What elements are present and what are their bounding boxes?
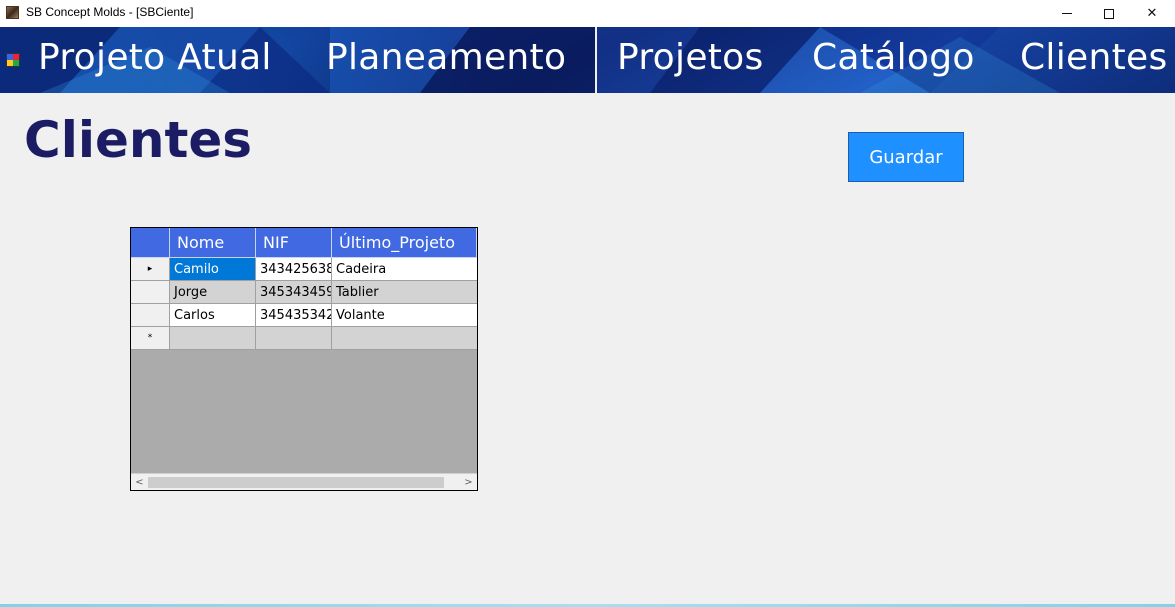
menu-separator — [595, 27, 597, 93]
mdi-window-icon[interactable] — [6, 53, 20, 67]
page-title: Clientes — [24, 111, 253, 169]
minimize-icon — [1062, 13, 1072, 14]
maximize-icon — [1104, 8, 1114, 19]
horizontal-scrollbar[interactable]: < > — [131, 473, 477, 490]
row-header-corner[interactable] — [131, 228, 170, 258]
cell-ultimo-projeto[interactable]: Cadeira — [332, 258, 477, 281]
cell-nif[interactable]: 345435342 — [256, 304, 332, 327]
maximize-button[interactable] — [1086, 0, 1132, 27]
cell-nif[interactable] — [256, 327, 332, 350]
menu-planeamento[interactable]: Planeamento — [326, 37, 566, 78]
menu-bar: Projeto Atual Planeamento Projetos Catál… — [0, 27, 1175, 93]
menu-clientes[interactable]: Clientes — [1020, 37, 1168, 78]
cell-ultimo-projeto[interactable]: Tablier — [332, 281, 477, 304]
column-header-ultimo-projeto[interactable]: Último_Projeto — [332, 228, 477, 258]
minimize-button[interactable] — [1044, 0, 1090, 27]
cell-nome[interactable] — [170, 327, 256, 350]
scroll-left-icon[interactable]: < — [131, 474, 148, 490]
cell-ultimo-projeto[interactable] — [332, 327, 477, 350]
cell-nif[interactable]: 343425638 — [256, 258, 332, 281]
column-header-nome[interactable]: Nome — [170, 228, 256, 258]
save-button[interactable]: Guardar — [848, 132, 964, 182]
grid-header-row: Nome NIF Último_Projeto — [131, 228, 477, 258]
table-row[interactable]: Jorge 345343459 Tablier — [131, 281, 477, 304]
window-titlebar: SB Concept Molds - [SBCiente] ✕ — [0, 0, 1175, 27]
row-header[interactable] — [131, 281, 170, 304]
close-icon: ✕ — [1146, 6, 1158, 21]
new-row[interactable]: * — [131, 327, 477, 350]
column-header-nif[interactable]: NIF — [256, 228, 332, 258]
cell-nome[interactable]: Carlos — [170, 304, 256, 327]
row-header[interactable] — [131, 304, 170, 327]
cell-nome[interactable]: Camilo — [170, 258, 256, 281]
table-row[interactable]: ▸ Camilo 343425638 Cadeira — [131, 258, 477, 281]
close-button[interactable]: ✕ — [1129, 0, 1175, 27]
menu-projeto-atual[interactable]: Projeto Atual — [38, 37, 272, 78]
menu-catalogo[interactable]: Catálogo — [812, 37, 975, 78]
row-header[interactable]: * — [131, 327, 170, 350]
table-row[interactable]: Carlos 345435342 Volante — [131, 304, 477, 327]
cell-nome[interactable]: Jorge — [170, 281, 256, 304]
new-row-icon: * — [147, 333, 153, 343]
scroll-thumb[interactable] — [148, 477, 444, 488]
menu-projetos[interactable]: Projetos — [617, 37, 764, 78]
row-header[interactable]: ▸ — [131, 258, 170, 281]
scroll-right-icon[interactable]: > — [460, 474, 477, 490]
clients-grid[interactable]: Nome NIF Último_Projeto ▸ Camilo 3434256… — [130, 227, 478, 491]
current-row-icon: ▸ — [147, 264, 153, 274]
cell-ultimo-projeto[interactable]: Volante — [332, 304, 477, 327]
cell-nif[interactable]: 345343459 — [256, 281, 332, 304]
app-icon — [6, 6, 19, 19]
window-title: SB Concept Molds - [SBCiente] — [26, 5, 194, 19]
